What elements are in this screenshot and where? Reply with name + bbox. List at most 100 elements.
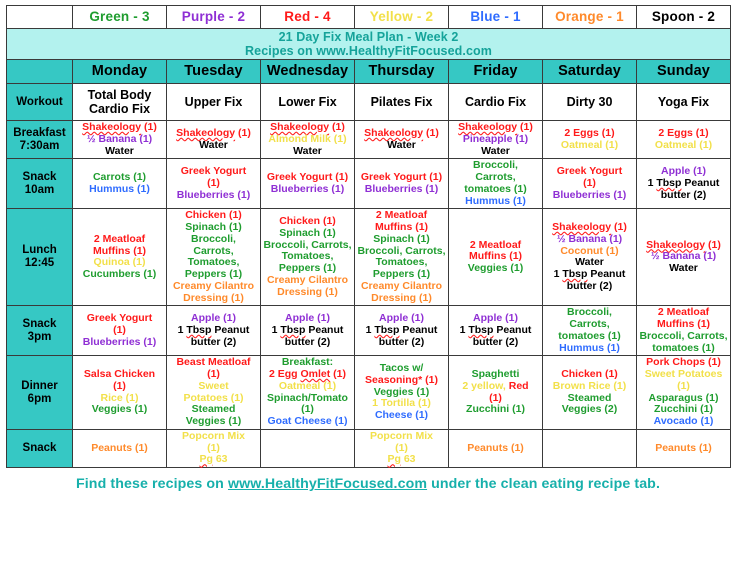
meal-item: Creamy Cilantro bbox=[172, 279, 255, 292]
meal-item: Water bbox=[669, 262, 698, 275]
cell-lunch-tuesday: Chicken (1) Spinach (1) Broccoli, Carrots, T… bbox=[166, 208, 261, 307]
row-label-line2: 7:30am bbox=[19, 139, 60, 152]
meal-item: Oatmeal (1) bbox=[560, 138, 619, 151]
meal-item: Dirty 30 bbox=[566, 95, 613, 109]
cell-snack-saturday bbox=[542, 428, 637, 469]
day-header-friday: Friday bbox=[448, 59, 543, 84]
spellcheck-underline: Tbsp bbox=[562, 268, 588, 280]
cell-breakfast-sunday: 2 Eggs (1) Oatmeal (1) bbox=[636, 119, 731, 160]
day-header-saturday: Saturday bbox=[542, 59, 637, 84]
cell-snack-thursday: Popcorn Mix (1) Pg 63 bbox=[354, 428, 449, 469]
cell-dinner-saturday: Chicken (1) Brown Rice (1) Steamed Veggies … bbox=[542, 355, 637, 430]
meal-item: 1 Tbsp Peanut bbox=[553, 268, 626, 280]
portion-tag-5: Orange - 1 bbox=[542, 5, 637, 29]
title-banner-row: 21 Day Fix Meal Plan - Week 2 Recipes on… bbox=[6, 28, 731, 60]
meal-item: Pg 63 bbox=[199, 453, 228, 466]
cell-snack-tuesday: Greek Yogurt (1) Blueberries (1) bbox=[166, 158, 261, 210]
cell-lunch-sunday: Shakeology (1) ½ Banana (1) Water bbox=[636, 208, 731, 307]
spellcheck-underline: Shakeology bbox=[364, 126, 424, 139]
row-label-snack-6: Snack bbox=[6, 428, 73, 469]
row-label-line1: Lunch bbox=[22, 244, 57, 257]
cell-dinner-sunday: Pork Chops (1) Sweet Potatoes (1) Asparagus… bbox=[636, 355, 731, 430]
meal-item: Cheese (1) bbox=[374, 409, 429, 422]
meal-item: Almond Milk (1) bbox=[268, 132, 347, 145]
cell-lunch-wednesday: Chicken (1) Spinach (1) Broccoli, Carrots,… bbox=[260, 208, 355, 307]
cell-workout-thursday: Pilates Fix bbox=[354, 83, 449, 121]
row-label-line1: Snack bbox=[22, 317, 57, 330]
meal-item: butter (2) bbox=[378, 335, 425, 348]
row-label-breakfast-1: Breakfast 7:30am bbox=[6, 119, 73, 160]
meal-item: Shakeology (1) bbox=[364, 126, 439, 139]
meal-item: Muffins (1) bbox=[656, 318, 711, 330]
meal-item: butter (2) bbox=[660, 188, 707, 201]
meal-item: butter (2) bbox=[284, 335, 331, 348]
portion-tag-6: Spoon - 2 bbox=[636, 5, 731, 29]
meal-row-snack-2: Snack 10am Carrots (1) Hummus (1) Greek Yogu… bbox=[6, 158, 731, 210]
meal-item: Shakeology (1) bbox=[270, 121, 345, 133]
cell-snack-monday: Peanuts (1) bbox=[72, 428, 167, 469]
meal-item: Seasoning* (1) bbox=[365, 373, 438, 386]
row-label-line1: Breakfast bbox=[13, 126, 66, 139]
footer-website-link[interactable]: www.HealthyFitFocused.com bbox=[228, 476, 427, 492]
meal-item: Blueberries (1) bbox=[270, 182, 345, 195]
cell-snack-wednesday: Apple (1) 1 Tbsp Peanut butter (2) bbox=[260, 305, 355, 357]
meal-item: Peppers (1) bbox=[184, 268, 243, 280]
meal-item: Blueberries (1) bbox=[82, 335, 157, 348]
spellcheck-underline: Tbsp bbox=[468, 323, 494, 336]
meal-item: Peanuts (1) bbox=[91, 441, 148, 454]
meal-item: Water bbox=[105, 144, 134, 157]
cell-snack-saturday: Broccoli, Carrots, tomatoes (1) Hummus (1) bbox=[542, 305, 637, 357]
day-header-row: Monday Tuesday Wednesday Thursday Friday Satu… bbox=[6, 59, 731, 84]
cell-snack-monday: Greek Yogurt (1) Blueberries (1) bbox=[72, 305, 167, 357]
spellcheck-underline: Shakeology bbox=[552, 221, 612, 233]
meal-item: Oatmeal (1) bbox=[654, 138, 713, 151]
meal-item: Blueberries (1) bbox=[176, 188, 251, 201]
meal-item: Muffins (1) bbox=[374, 221, 429, 233]
meal-item: tomatoes (1) bbox=[652, 341, 715, 354]
meal-item: Popcorn Mix bbox=[181, 429, 245, 442]
meal-row-lunch-3: Lunch 12:45 2 Meatloaf Muffins (1) Quinoa (1… bbox=[6, 208, 731, 307]
cell-dinner-thursday: Tacos w/Seasoning* (1) Veggies (1) 1 Torti… bbox=[354, 355, 449, 430]
meal-item: (1) bbox=[113, 323, 126, 336]
meal-item: Veggies (1) bbox=[185, 415, 242, 427]
meal-item: (1) bbox=[677, 379, 690, 392]
meal-item: (1) bbox=[207, 368, 220, 380]
spellcheck-underline: Shakeology bbox=[176, 126, 236, 139]
cell-breakfast-wednesday: Shakeology (1) Almond Milk (1) Water bbox=[260, 119, 355, 160]
meal-item: Brown Rice (1) bbox=[552, 379, 627, 392]
day-header-monday: Monday bbox=[72, 59, 167, 84]
meal-item: butter (2) bbox=[472, 335, 519, 348]
meal-item: Pilates Fix bbox=[370, 95, 433, 109]
meal-item: (1) bbox=[583, 176, 596, 189]
row-label-line2: 10am bbox=[24, 183, 55, 196]
spellcheck-underline: Tbsp bbox=[280, 323, 306, 336]
row-label-snack-4: Snack 3pm bbox=[6, 305, 73, 357]
cell-snack-sunday: Apple (1) 1 Tbsp Peanut butter (2) bbox=[636, 158, 731, 210]
cell-dinner-monday: Salsa Chicken (1) Rice (1) Veggies (1) bbox=[72, 355, 167, 430]
meal-item: Zucchini (1) bbox=[466, 403, 525, 416]
meal-item: 1 Tbsp Peanut bbox=[177, 323, 250, 336]
cell-lunch-monday: 2 Meatloaf Muffins (1) Quinoa (1) Cucumbers… bbox=[72, 208, 167, 307]
meal-item: Veggies (1) bbox=[91, 403, 148, 416]
spellcheck-underline: Pg bbox=[199, 453, 213, 466]
meal-item: Water bbox=[293, 144, 322, 157]
meal-item: Greek Yogurt (1) bbox=[266, 171, 349, 183]
meal-item: Shakeology (1) bbox=[552, 221, 627, 233]
portion-tag-3: Yellow - 2 bbox=[354, 5, 449, 29]
meal-item: Creamy Cilantro bbox=[266, 273, 349, 286]
spellcheck-underline: Shakeology bbox=[646, 238, 706, 251]
cell-snack-monday: Carrots (1) Hummus (1) bbox=[72, 158, 167, 210]
cell-snack-wednesday: Greek Yogurt (1) Blueberries (1) bbox=[260, 158, 355, 210]
meal-item: tomatoes (1) bbox=[464, 182, 527, 195]
row-label-line2: 12:45 bbox=[24, 257, 55, 270]
meal-item: Pineapple (1) bbox=[462, 132, 529, 145]
meal-item: Cardio Fix bbox=[88, 102, 151, 116]
meal-item: Broccoli, Carrots, bbox=[639, 329, 728, 342]
row-label-line1: Snack bbox=[22, 441, 57, 454]
portion-tag-4: Blue - 1 bbox=[448, 5, 543, 29]
cell-breakfast-monday: Shakeology (1) ½ Banana (1) Water bbox=[72, 119, 167, 160]
cell-snack-friday: Peanuts (1) bbox=[448, 428, 543, 469]
plan-title: 21 Day Fix Meal Plan - Week 2 bbox=[278, 30, 459, 44]
meal-item: 1 Tbsp Peanut bbox=[647, 176, 720, 189]
cell-dinner-friday: Spaghetti 2 yellow, Red (1) Zucchini (1) bbox=[448, 355, 543, 430]
